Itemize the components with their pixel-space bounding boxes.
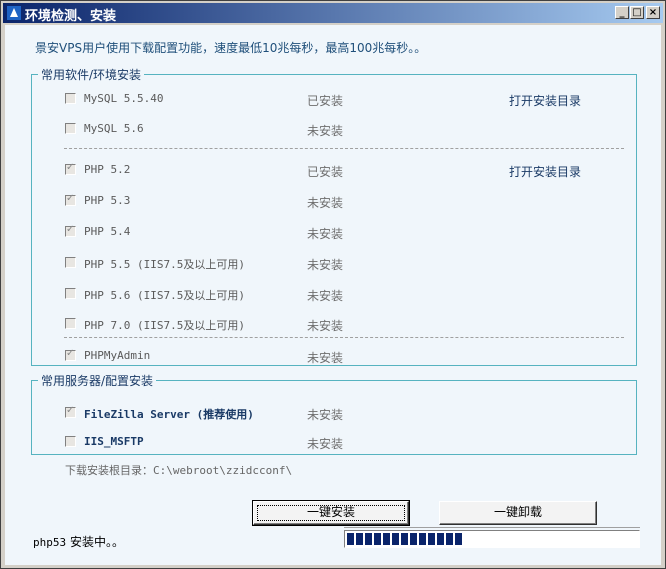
software-row-php-54: PHP 5.4 未安装 <box>32 224 636 241</box>
install-status: 未安装 <box>307 196 344 210</box>
install-status: 未安装 <box>307 227 344 241</box>
checkbox-phpmyadmin[interactable] <box>65 348 76 361</box>
client-area: 景安VPS用户使用下载配置功能，速度最低10兆每秒，最高100兆每秒。。 常用软… <box>5 25 661 565</box>
install-status: 已安装 <box>307 165 344 179</box>
install-status: 未安装 <box>307 124 344 138</box>
checkbox-php-54[interactable] <box>65 224 76 237</box>
checkbox-mysql-5540[interactable] <box>65 93 76 104</box>
software-row-mysql-5540: MySQL 5.5.40 已安装 打开安装目录 <box>32 91 636 109</box>
software-name: PHP 5.4 <box>84 225 131 238</box>
server-name: IIS_MSFTP <box>84 435 144 448</box>
install-status: 未安装 <box>307 319 344 333</box>
software-row-php-56: PHP 5.6 (IIS7.5及以上可用) 未安装 <box>32 286 636 303</box>
software-name: MySQL 5.6 <box>84 122 144 135</box>
software-row-php-53: PHP 5.3 未安装 <box>32 193 636 210</box>
download-root-label: 下载安装根目录： <box>65 464 153 477</box>
close-button[interactable]: × <box>646 6 660 19</box>
minimize-button[interactable]: _ <box>615 6 629 19</box>
divider <box>64 148 624 149</box>
minimize-icon: _ <box>619 7 625 18</box>
download-root-value: C:\webroot\zzidcconf\ <box>153 464 293 477</box>
software-row-php-55: PHP 5.5 (IIS7.5及以上可用) 未安装 <box>32 255 636 272</box>
window-title: 环境检测、安装 <box>25 9 117 24</box>
open-install-dir-link-mysql[interactable]: 打开安装目录 <box>509 92 581 109</box>
checkbox-php-56[interactable] <box>65 288 76 299</box>
divider <box>344 527 640 528</box>
software-group-title: 常用软件/环境安装 <box>38 66 145 83</box>
status-text: 安装中。。 <box>66 535 124 549</box>
server-row-iis-msftp: IIS_MSFTP 未安装 <box>32 434 636 451</box>
intro-text: 景安VPS用户使用下载配置功能，速度最低10兆每秒，最高100兆每秒。。 <box>35 41 427 55</box>
uninstall-all-button[interactable]: 一键卸载 <box>439 501 597 525</box>
server-group: 常用服务器/配置安装 FileZilla Server (推荐使用) 未安装 I… <box>31 372 637 455</box>
focus-ring <box>257 505 405 521</box>
checkbox-mysql-56[interactable] <box>65 123 76 134</box>
install-progress-bar <box>344 530 640 548</box>
server-group-title: 常用服务器/配置安装 <box>38 372 157 389</box>
software-name: PHP 5.3 <box>84 194 131 207</box>
server-name: FileZilla Server (推荐使用) <box>84 408 254 421</box>
install-all-button[interactable]: 一键安装 <box>252 500 410 526</box>
install-status: 未安装 <box>307 437 344 451</box>
title-bar[interactable]: 环境检测、安装 _ □ × <box>3 3 663 24</box>
install-status-line: php53 安装中。。 <box>33 533 124 550</box>
divider <box>64 337 624 338</box>
checkbox-php-52[interactable] <box>65 162 76 175</box>
status-module: php53 <box>33 536 67 549</box>
software-row-php-52: PHP 5.2 已安装 打开安装目录 <box>32 162 636 180</box>
uninstall-all-label: 一键卸载 <box>493 505 542 519</box>
checkbox-php-70[interactable] <box>65 318 76 329</box>
checkbox-php-53[interactable] <box>65 193 76 206</box>
open-install-dir-link-php[interactable]: 打开安装目录 <box>509 163 581 180</box>
checkbox-php-55[interactable] <box>65 257 76 268</box>
checkbox-iis-msftp[interactable] <box>65 436 76 447</box>
installer-window: 环境检测、安装 _ □ × 景安VPS用户使用下载配置功能，速度最低10兆每秒，… <box>0 0 666 569</box>
install-status: 已安装 <box>307 94 344 108</box>
download-root-path: 下载安装根目录：C:\webroot\zzidcconf\ <box>65 462 292 478</box>
maximize-button[interactable]: □ <box>630 6 644 19</box>
server-row-filezilla: FileZilla Server (推荐使用) 未安装 <box>32 405 636 422</box>
maximize-icon: □ <box>632 7 642 18</box>
install-status: 未安装 <box>307 408 344 422</box>
app-icon <box>7 6 21 20</box>
close-icon: × <box>648 7 658 18</box>
software-group: 常用软件/环境安装 MySQL 5.5.40 已安装 打开安装目录 MySQL … <box>31 66 637 366</box>
software-name: PHP 5.5 (IIS7.5及以上可用) <box>84 258 245 271</box>
software-name: PHP 5.6 (IIS7.5及以上可用) <box>84 289 245 302</box>
software-name: PHP 5.2 <box>84 163 131 176</box>
install-status: 未安装 <box>307 258 344 272</box>
software-row-phpmyadmin: PHPMyAdmin 未安装 <box>32 348 636 365</box>
software-name: PHPMyAdmin <box>84 349 151 362</box>
checkbox-filezilla[interactable] <box>65 405 76 418</box>
software-row-php-70: PHP 7.0 (IIS7.5及以上可用) 未安装 <box>32 316 636 333</box>
software-name: MySQL 5.5.40 <box>84 92 164 105</box>
software-row-mysql-56: MySQL 5.6 未安装 <box>32 121 636 138</box>
progress-fill <box>347 533 463 545</box>
install-status: 未安装 <box>307 289 344 303</box>
install-status: 未安装 <box>307 351 344 365</box>
software-name: PHP 7.0 (IIS7.5及以上可用) <box>84 319 245 332</box>
